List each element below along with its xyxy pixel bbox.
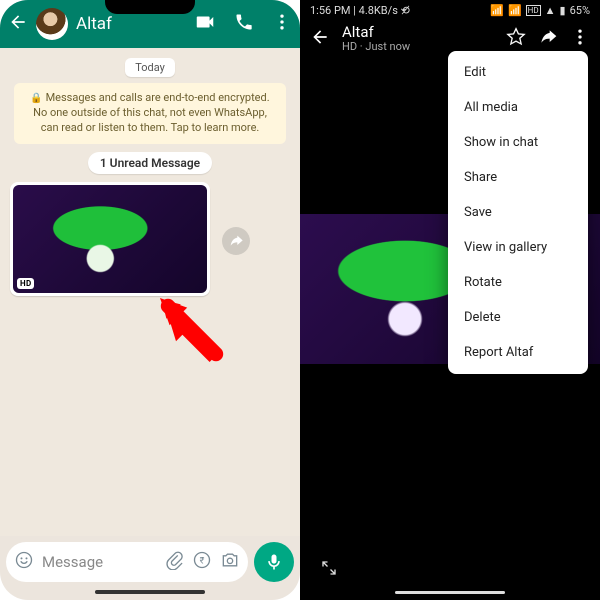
- viewer-body: Edit All media Show in chat Share Save V…: [300, 59, 600, 549]
- wifi-icon: ▲: [545, 4, 556, 17]
- encryption-text: Messages and calls are end-to-end encryp…: [33, 91, 270, 134]
- camera-icon[interactable]: [220, 550, 240, 574]
- more-menu-icon[interactable]: [272, 12, 292, 36]
- message-placeholder: Message: [42, 553, 156, 571]
- video-call-icon[interactable]: [194, 11, 216, 37]
- payment-icon[interactable]: ₹: [192, 550, 212, 574]
- menu-view-gallery[interactable]: View in gallery: [448, 230, 588, 265]
- notch: [105, 0, 195, 14]
- unread-pill: 1 Unread Message: [88, 152, 212, 174]
- status-net: 4.8KB/s: [359, 4, 398, 17]
- no-sync-icon: ⟲̸: [401, 4, 410, 17]
- menu-edit[interactable]: Edit: [448, 55, 588, 90]
- battery-icon: ▮: [560, 4, 566, 17]
- chat-body: Today 🔒 Messages and calls are end-to-en…: [0, 48, 300, 536]
- hd-badge: HD: [17, 278, 34, 289]
- menu-rotate[interactable]: Rotate: [448, 265, 588, 300]
- signal-icon: 📶: [490, 4, 504, 17]
- back-arrow-icon[interactable]: [8, 12, 28, 36]
- forward-button[interactable]: [222, 227, 250, 255]
- image-thumbnail[interactable]: HD: [13, 185, 207, 293]
- avatar[interactable]: [36, 8, 68, 40]
- menu-save[interactable]: Save: [448, 195, 588, 230]
- contact-name[interactable]: Altaf: [76, 14, 186, 34]
- attach-icon[interactable]: [164, 550, 184, 574]
- voice-call-icon[interactable]: [234, 12, 254, 36]
- menu-share[interactable]: Share: [448, 160, 588, 195]
- star-icon[interactable]: [506, 27, 526, 51]
- mic-button[interactable]: [254, 542, 294, 582]
- encryption-notice[interactable]: 🔒 Messages and calls are end-to-end encr…: [14, 83, 286, 144]
- signal-icon-2: 📶: [508, 4, 522, 17]
- message-input[interactable]: Message ₹: [6, 542, 248, 582]
- menu-show-in-chat[interactable]: Show in chat: [448, 125, 588, 160]
- context-menu: Edit All media Show in chat Share Save V…: [448, 51, 588, 374]
- nav-handle: [395, 591, 505, 594]
- input-bar: Message ₹: [0, 536, 300, 588]
- rotate-icon[interactable]: [320, 559, 338, 581]
- image-viewer-screen: 1:56 PM | 4.8KB/s ⟲̸ 📶 📶 HD ▲ ▮ 65% Alta…: [300, 0, 600, 600]
- annotation-arrow: [160, 298, 240, 378]
- menu-report[interactable]: Report Altaf: [448, 335, 588, 370]
- volte-icon: HD: [526, 5, 541, 16]
- share-icon[interactable]: [538, 27, 558, 51]
- nav-handle: [95, 590, 205, 594]
- emoji-icon[interactable]: [14, 550, 34, 574]
- more-menu-icon[interactable]: [570, 27, 590, 51]
- menu-delete[interactable]: Delete: [448, 300, 588, 335]
- svg-text:₹: ₹: [200, 556, 205, 566]
- status-time: 1:56 PM: [310, 4, 350, 17]
- battery-pct: 65%: [570, 4, 590, 17]
- whatsapp-chat-screen: Altaf Today 🔒 Messages and calls are end…: [0, 0, 300, 600]
- image-message-bubble[interactable]: HD: [10, 182, 210, 296]
- lock-icon: 🔒: [30, 93, 42, 104]
- date-pill: Today: [125, 58, 175, 77]
- status-bar: 1:56 PM | 4.8KB/s ⟲̸ 📶 📶 HD ▲ ▮ 65%: [300, 0, 600, 19]
- viewer-title: Altaf: [342, 25, 494, 40]
- viewer-bottom-bar: [300, 549, 600, 591]
- back-arrow-icon[interactable]: [310, 27, 330, 51]
- menu-all-media[interactable]: All media: [448, 90, 588, 125]
